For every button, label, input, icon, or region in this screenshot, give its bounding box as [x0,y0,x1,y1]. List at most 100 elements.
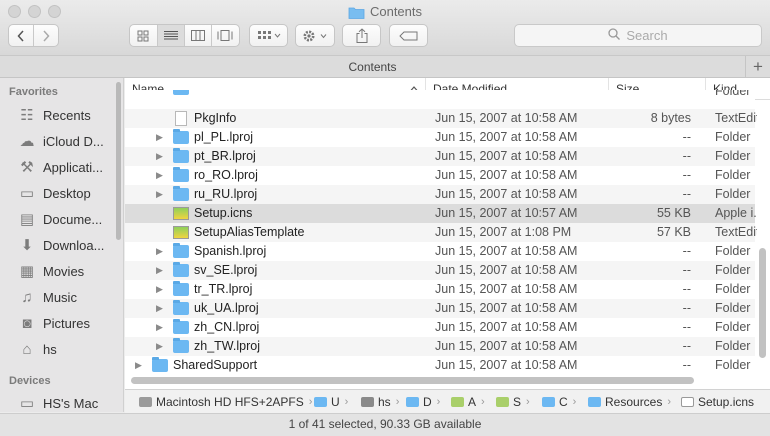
table-row[interactable]: ▶ tr_TR.lproj Jun 15, 2007 at 10:58 AM -- Fo… [125,280,755,299]
table-row[interactable]: Setup.icns Jun 15, 2007 at 10:57 AM 55 KB A… [125,204,757,223]
forward-button[interactable] [34,25,58,46]
search-placeholder: Search [626,28,668,43]
vertical-scrollbar[interactable] [759,248,766,358]
chevron-right-icon: › [395,396,400,408]
path-crumb-label: Resources [605,395,663,409]
file-name: PkgInfo [194,111,237,125]
sidebar-item-downloads[interactable]: ⬇ Downloa... [0,232,118,258]
table-row[interactable]: ▶ uk_UA.lproj Jun 15, 2007 at 10:58 AM -- Fo… [125,299,755,318]
sidebar-item-label: Downloa... [43,237,105,253]
table-row[interactable]: ▶ zh_TW.lproj Jun 15, 2007 at 10:58 AM -- Fo… [125,337,755,356]
file-name: sv_SE.lproj [194,263,258,277]
path-crumb[interactable]: D › [406,390,440,413]
sidebar-item-desktop[interactable]: ▭ Desktop [0,180,118,206]
window-title: Contents [0,2,770,22]
chevron-right-icon: › [572,396,577,408]
list-view-button[interactable] [157,25,185,46]
home-icon [361,397,374,407]
search-field[interactable]: Search [514,24,762,47]
new-tab-button[interactable]: + [745,56,770,78]
tag-icon [398,31,417,40]
table-row[interactable]: ▶ zh_CN.lproj Jun 15, 2007 at 10:58 AM -- Fo… [125,318,755,337]
table-row[interactable]: ▶ pt_BR.lproj Jun 15, 2007 at 10:58 AM -- Fo… [125,147,755,166]
file-kind: Folder [715,149,751,163]
tab-contents[interactable]: Contents [0,56,745,78]
sidebar-item-movies[interactable]: ▦ Movies [0,258,118,284]
path-crumb[interactable]: A › [451,390,485,413]
disclosure-triangle-icon[interactable]: ▶ [156,242,163,261]
sidebar-scrollbar[interactable] [116,82,121,240]
sidebar-item-recents[interactable]: ☷ Recents [0,102,118,128]
disclosure-triangle-icon[interactable]: ▶ [156,299,163,318]
sidebar-item-pictures[interactable]: ◙ Pictures [0,310,118,336]
disclosure-triangle-icon[interactable]: ▶ [156,128,163,147]
file-name: tr_TR.lproj [194,282,253,296]
path-crumb[interactable]: hs › [361,390,399,413]
sidebar-section-devices: Devices [9,375,51,387]
folder-icon [173,129,189,144]
file-name: pl_PL.lproj [194,130,254,144]
date-modified: Jun 15, 2007 at 10:58 AM [435,111,578,125]
table-row[interactable]: ▶ pl_PL.lproj Jun 15, 2007 at 10:58 AM -- Fo… [125,128,755,147]
sidebar-item-documents[interactable]: ▤ Docume... [0,206,118,232]
disk-icon [139,397,152,407]
disclosure-triangle-icon[interactable]: ▶ [156,280,163,299]
table-row[interactable]: ▶ ru_RU.lproj Jun 15, 2007 at 10:58 AM -- Fo… [125,185,755,204]
sidebar-item-music[interactable]: ♫ Music [0,284,118,310]
file-kind: Folder [715,301,751,315]
path-crumb[interactable]: Macintosh HD HFS+2APFS › [139,390,312,413]
disclosure-triangle-icon[interactable]: ▶ [135,356,142,375]
table-row[interactable]: PkgInfo Jun 15, 2007 at 10:58 AM 8 bytes Te… [125,109,757,128]
disclosure-triangle-icon[interactable]: ▶ [156,318,163,337]
horizontal-scrollbar[interactable] [131,377,694,384]
back-button[interactable] [9,25,34,46]
chevron-right-icon: › [436,396,441,408]
folder-icon [588,397,601,407]
disclosure-triangle-icon[interactable]: ▶ [156,261,163,280]
path-crumb[interactable]: S › [496,390,530,413]
path-crumb-label: Macintosh HD HFS+2APFS [156,395,304,409]
date-modified: Jun 15, 2007 at 10:58 AM [435,149,578,163]
table-row[interactable]: ▶ SharedSupport Jun 15, 2007 at 10:58 AM --… [125,356,755,375]
disclosure-triangle-icon[interactable]: ▶ [156,337,163,356]
disclosure-triangle-icon[interactable]: ▶ [156,185,163,204]
path-crumb[interactable]: C › [542,390,576,413]
file-name: pt_BR.lproj [194,149,256,163]
edit-tags-button[interactable] [389,24,428,47]
sidebar-item-computer[interactable]: ▭ HS's Mac [0,390,118,412]
desktop-icon: ▭ [19,185,35,202]
share-button[interactable] [342,24,381,47]
path-crumb[interactable]: Setup.icns [681,390,754,413]
table-row[interactable]: SetupAliasTemplate Jun 15, 2007 at 1:08 P… [125,223,757,242]
tab-bar: Contents + [0,56,770,78]
date-modified: Jun 15, 2007 at 10:58 AM [435,320,578,334]
group-by-button[interactable] [249,24,288,47]
file-size: -- [682,187,691,201]
gallery-icon [217,30,233,41]
table-row[interactable]: Folder [125,90,755,100]
disclosure-triangle-icon[interactable]: ▶ [156,147,163,166]
file-name: zh_TW.lproj [194,339,260,353]
date-modified: Jun 15, 2007 at 10:58 AM [435,282,578,296]
date-modified: Jun 15, 2007 at 10:58 AM [435,358,578,372]
gallery-view-button[interactable] [212,25,239,46]
sidebar-item-cloud[interactable]: ☁ iCloud D... [0,128,118,154]
sidebar-item-label: Pictures [43,315,90,331]
table-row[interactable]: ▶ ro_RO.lproj Jun 15, 2007 at 10:58 AM -- Fo… [125,166,755,185]
file-kind: Folder [715,187,751,201]
sidebar-item-home[interactable]: ⌂ hs [0,336,118,362]
table-row[interactable]: ▶ Spanish.lproj Jun 15, 2007 at 10:58 AM --… [125,242,755,261]
sidebar-item-applications[interactable]: ⚒ Applicati... [0,154,118,180]
action-menu-button[interactable] [295,24,335,47]
disclosure-triangle-icon[interactable]: ▶ [156,166,163,185]
file-size: -- [682,244,691,258]
table-row[interactable]: ▶ sv_SE.lproj Jun 15, 2007 at 10:58 AM -- Fo… [125,261,755,280]
folder-icon [173,319,189,334]
path-crumb-label: Setup.icns [698,395,755,409]
chevron-right-icon: › [344,396,349,408]
date-modified: Jun 15, 2007 at 10:58 AM [435,339,578,353]
path-crumb[interactable]: U › [314,390,348,413]
icon-view-button[interactable] [130,25,158,46]
column-view-button[interactable] [185,25,212,46]
path-crumb[interactable]: Resources › [588,390,671,413]
